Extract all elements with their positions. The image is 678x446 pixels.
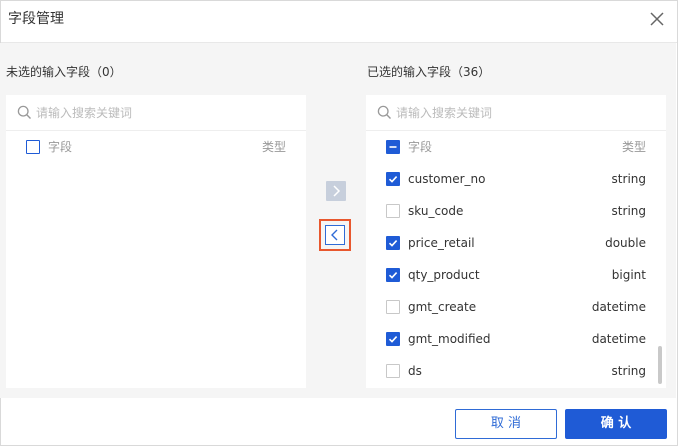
field-type: datetime bbox=[591, 300, 646, 314]
checkmark-icon bbox=[388, 336, 398, 343]
unselected-header-row: 字段 类型 bbox=[6, 131, 306, 163]
field-type: string bbox=[611, 172, 646, 186]
selected-search-input[interactable] bbox=[396, 103, 646, 123]
checkmark-icon bbox=[388, 240, 398, 247]
search-icon bbox=[17, 105, 32, 120]
table-row[interactable]: gmt_modified datetime bbox=[366, 323, 666, 355]
row-checkbox[interactable] bbox=[386, 332, 400, 346]
field-name: sku_code bbox=[408, 204, 464, 218]
row-checkbox[interactable] bbox=[386, 364, 400, 378]
row-checkbox[interactable] bbox=[386, 172, 400, 186]
row-checkbox[interactable] bbox=[386, 268, 400, 282]
unselected-fields-title: 未选的输入字段（0） bbox=[6, 65, 122, 79]
selected-list-scrollbar[interactable] bbox=[658, 346, 662, 384]
confirm-button[interactable]: 确 认 bbox=[565, 409, 667, 439]
checkmark-icon bbox=[388, 272, 398, 279]
field-name: customer_no bbox=[408, 172, 486, 186]
unselected-select-all-checkbox[interactable] bbox=[26, 140, 40, 154]
row-checkbox[interactable] bbox=[386, 204, 400, 218]
row-checkbox[interactable] bbox=[386, 236, 400, 250]
unselected-search-input[interactable] bbox=[36, 103, 286, 123]
field-type: double bbox=[605, 236, 646, 250]
selected-fields-title: 已选的输入字段（36） bbox=[367, 65, 491, 79]
chevron-right-icon bbox=[333, 185, 341, 197]
field-name: ds bbox=[408, 364, 422, 378]
selected-select-all-checkbox[interactable] bbox=[386, 140, 400, 154]
selected-header-name: 字段 bbox=[408, 140, 433, 154]
field-type: string bbox=[611, 364, 646, 378]
table-row[interactable]: gmt_create datetime bbox=[366, 291, 666, 323]
field-name: price_retail bbox=[408, 236, 475, 250]
table-row[interactable]: sku_code string bbox=[366, 195, 666, 227]
move-left-button[interactable] bbox=[325, 225, 345, 245]
move-right-button[interactable] bbox=[326, 181, 346, 201]
field-type: datetime bbox=[591, 332, 646, 346]
unselected-search bbox=[6, 95, 306, 131]
dialog-title: 字段管理 bbox=[8, 11, 64, 27]
close-icon[interactable] bbox=[647, 9, 667, 29]
selected-fields-panel: 字段 类型 customer_no string sku_code string… bbox=[366, 95, 666, 388]
table-row[interactable]: customer_no string bbox=[366, 163, 666, 195]
unselected-header-name: 字段 bbox=[48, 140, 73, 154]
search-icon bbox=[377, 105, 392, 120]
table-row[interactable]: ds string bbox=[366, 355, 666, 387]
table-row[interactable]: price_retail double bbox=[366, 227, 666, 259]
row-checkbox[interactable] bbox=[386, 300, 400, 314]
field-name: gmt_create bbox=[408, 300, 477, 314]
field-name: qty_product bbox=[408, 268, 480, 282]
selected-header-row: 字段 类型 bbox=[366, 131, 666, 163]
field-type: bigint bbox=[611, 268, 646, 282]
selected-search bbox=[366, 95, 666, 131]
unselected-header-type: 类型 bbox=[261, 140, 286, 154]
cancel-button[interactable]: 取 消 bbox=[455, 409, 557, 439]
field-name: gmt_modified bbox=[408, 332, 491, 346]
chevron-left-icon bbox=[331, 229, 338, 241]
selected-header-type: 类型 bbox=[621, 140, 646, 154]
dialog-header: 字段管理 bbox=[1, 1, 677, 43]
field-type: string bbox=[611, 204, 646, 218]
table-row[interactable]: qty_product bigint bbox=[366, 259, 666, 291]
unselected-fields-panel: 字段 类型 bbox=[6, 95, 306, 388]
checkmark-icon bbox=[388, 176, 398, 183]
